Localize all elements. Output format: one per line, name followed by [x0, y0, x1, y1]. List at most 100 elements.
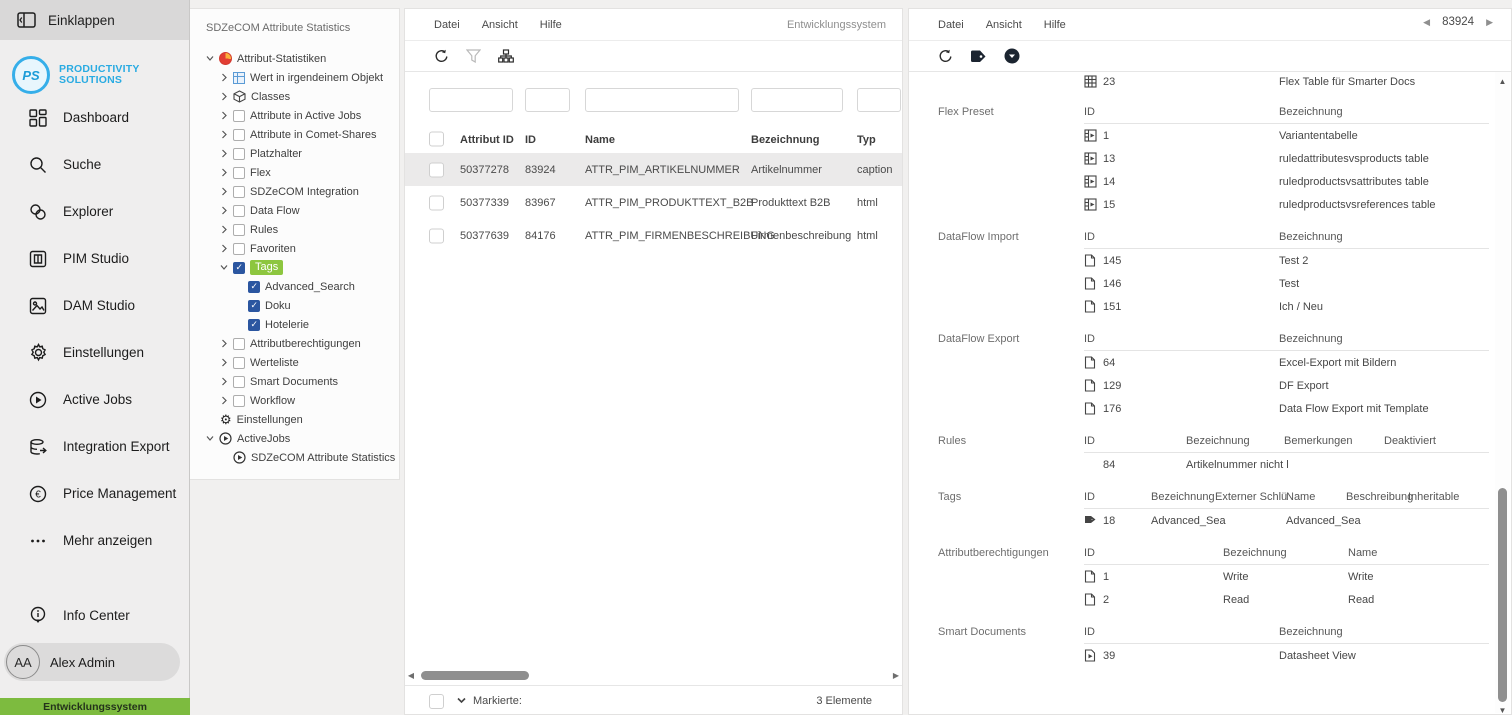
- chevron-right-icon[interactable]: [220, 130, 228, 139]
- checkbox-unchecked[interactable]: [233, 186, 245, 198]
- tree-item-rules[interactable]: Rules: [220, 220, 399, 239]
- sidebar-item-price-management[interactable]: € Price Management: [0, 470, 189, 517]
- tree-item-workflow[interactable]: Workflow: [220, 391, 399, 410]
- chevron-right-icon[interactable]: [220, 73, 228, 82]
- detail-row[interactable]: 64 Excel-Export mit Bildern: [1084, 351, 1489, 374]
- tag-button[interactable]: [970, 50, 987, 63]
- chevron-right-icon[interactable]: [220, 377, 228, 386]
- sidebar-item-dashboard[interactable]: Dashboard: [0, 94, 189, 141]
- chevron-down-icon[interactable]: [220, 263, 228, 272]
- checkbox-unchecked[interactable]: [233, 395, 245, 407]
- detail-row[interactable]: 176 Data Flow Export mit Template: [1084, 397, 1489, 420]
- chevron-down-icon[interactable]: [206, 54, 214, 63]
- checkbox-unchecked[interactable]: [233, 243, 245, 255]
- marked-label[interactable]: Markierte:: [473, 695, 522, 707]
- column-header-id[interactable]: ID: [525, 134, 536, 146]
- detail-row[interactable]: 23 Flex Table für Smarter Docs: [1084, 72, 1489, 91]
- menu-ansicht[interactable]: Ansicht: [986, 19, 1022, 31]
- detail-row[interactable]: 1 Variantentabelle: [1084, 124, 1489, 147]
- scrollbar-thumb[interactable]: [421, 671, 529, 680]
- tree-item-advanced-search[interactable]: Advanced_Search: [248, 277, 399, 296]
- checkbox-checked[interactable]: [248, 300, 260, 312]
- detail-row[interactable]: 39 Datasheet View: [1084, 644, 1489, 667]
- tree-item-favoriten[interactable]: Favoriten: [220, 239, 399, 258]
- scrollbar-track[interactable]: [417, 671, 890, 680]
- table-row[interactable]: 50377339 83967 ATTR_PIM_PRODUKTTEXT_B2B …: [405, 186, 902, 219]
- chevron-right-icon[interactable]: [220, 149, 228, 158]
- table-row[interactable]: 50377278 83924 ATTR_PIM_ARTIKELNUMMER Ar…: [405, 153, 902, 186]
- menu-datei[interactable]: Datei: [434, 19, 460, 31]
- tree-item-sdzecom-integration[interactable]: SDZeCOM Integration: [220, 182, 399, 201]
- table-row[interactable]: 50377639 84176 ATTR_PIM_FIRMENBESCHREIBU…: [405, 219, 902, 252]
- chevron-right-icon[interactable]: [220, 225, 228, 234]
- scroll-left-icon[interactable]: ◀: [405, 671, 417, 680]
- tree-item-flex[interactable]: Flex: [220, 163, 399, 182]
- chevron-right-icon[interactable]: [220, 358, 228, 367]
- checkbox-unchecked[interactable]: [233, 338, 245, 350]
- collapse-sidebar-button[interactable]: Einklappen: [0, 0, 189, 40]
- checkbox-checked[interactable]: [248, 281, 260, 293]
- select-all-checkbox[interactable]: [429, 132, 444, 147]
- chevron-right-icon[interactable]: [220, 168, 228, 177]
- scroll-up-icon[interactable]: ▲: [1495, 77, 1510, 86]
- user-menu[interactable]: AA Alex Admin: [4, 643, 180, 681]
- tree-item-sdzecom-attribute-statistics[interactable]: SDZeCOM Attribute Statistics: [233, 448, 399, 467]
- chevron-right-icon[interactable]: [220, 187, 228, 196]
- checkbox-unchecked[interactable]: [233, 376, 245, 388]
- menu-hilfe[interactable]: Hilfe: [540, 19, 562, 31]
- pager-next-icon[interactable]: ▶: [1486, 17, 1493, 28]
- refresh-button[interactable]: [434, 49, 449, 64]
- detail-row[interactable]: 146 Test: [1084, 272, 1489, 295]
- checkbox-checked[interactable]: [233, 262, 245, 274]
- sidebar-item-explorer[interactable]: Explorer: [0, 188, 189, 235]
- tree-item-attributberechtigungen[interactable]: Attributberechtigungen: [220, 334, 399, 353]
- checkbox-unchecked[interactable]: [233, 110, 245, 122]
- sidebar-item-einstellungen[interactable]: Einstellungen: [0, 329, 189, 376]
- column-header-bezeichnung[interactable]: Bezeichnung: [751, 134, 819, 146]
- checkbox-checked[interactable]: [248, 319, 260, 331]
- sidebar-item-suche[interactable]: Suche: [0, 141, 189, 188]
- tree-item-tags[interactable]: Tags: [220, 258, 399, 277]
- dropdown-button[interactable]: [1004, 48, 1020, 64]
- chevron-right-icon[interactable]: [220, 339, 228, 348]
- tree-item-einstellungen[interactable]: ⚙ Einstellungen: [220, 410, 399, 429]
- detail-row[interactable]: 84 Artikelnummer nicht l: [1084, 453, 1489, 476]
- detail-row[interactable]: 15 ruledproductsvsreferences table: [1084, 193, 1489, 216]
- sidebar-item-active-jobs[interactable]: Active Jobs: [0, 376, 189, 423]
- chevron-right-icon[interactable]: [220, 396, 228, 405]
- tree-item-data-flow[interactable]: Data Flow: [220, 201, 399, 220]
- pager-prev-icon[interactable]: ◀: [1423, 17, 1430, 28]
- filter-input-attribut-id[interactable]: [429, 88, 513, 112]
- chevron-down-icon[interactable]: [206, 434, 214, 443]
- chevron-right-icon[interactable]: [220, 206, 228, 215]
- detail-row[interactable]: 129 DF Export: [1084, 374, 1489, 397]
- scroll-right-icon[interactable]: ▶: [890, 671, 902, 680]
- detail-row[interactable]: 1 Write Write: [1084, 565, 1489, 588]
- tree-item-werteliste[interactable]: Werteliste: [220, 353, 399, 372]
- tree-item-hotelerie[interactable]: Hotelerie: [248, 315, 399, 334]
- checkbox-unchecked[interactable]: [233, 129, 245, 141]
- sidebar-item-mehr-anzeigen[interactable]: Mehr anzeigen: [0, 517, 189, 564]
- chevron-right-icon[interactable]: [220, 244, 228, 253]
- detail-row[interactable]: 145 Test 2: [1084, 249, 1489, 272]
- tree-item-attribute-in-comet-shares[interactable]: Attribute in Comet-Shares: [220, 125, 399, 144]
- checkbox-unchecked[interactable]: [233, 167, 245, 179]
- detail-row[interactable]: 151 Ich / Neu: [1084, 295, 1489, 318]
- checkbox-unchecked[interactable]: [233, 357, 245, 369]
- menu-hilfe[interactable]: Hilfe: [1044, 19, 1066, 31]
- tree-item-platzhalter[interactable]: Platzhalter: [220, 144, 399, 163]
- checkbox-unchecked[interactable]: [233, 224, 245, 236]
- sidebar-item-dam-studio[interactable]: DAM Studio: [0, 282, 189, 329]
- tree-item-smart-documents[interactable]: Smart Documents: [220, 372, 399, 391]
- tree-item-attribut-statistiken[interactable]: Attribut-Statistiken: [206, 49, 399, 68]
- filter-input-id[interactable]: [525, 88, 570, 112]
- detail-row[interactable]: 18 Advanced_Sea Advanced_Sea: [1084, 509, 1489, 532]
- filter-button[interactable]: [466, 49, 481, 63]
- column-header-typ[interactable]: Typ: [857, 134, 876, 146]
- refresh-button[interactable]: [938, 49, 953, 64]
- menu-ansicht[interactable]: Ansicht: [482, 19, 518, 31]
- column-header-name[interactable]: Name: [585, 134, 615, 146]
- scrollbar-thumb[interactable]: [1498, 488, 1507, 702]
- menu-datei[interactable]: Datei: [938, 19, 964, 31]
- hierarchy-button[interactable]: [498, 49, 514, 63]
